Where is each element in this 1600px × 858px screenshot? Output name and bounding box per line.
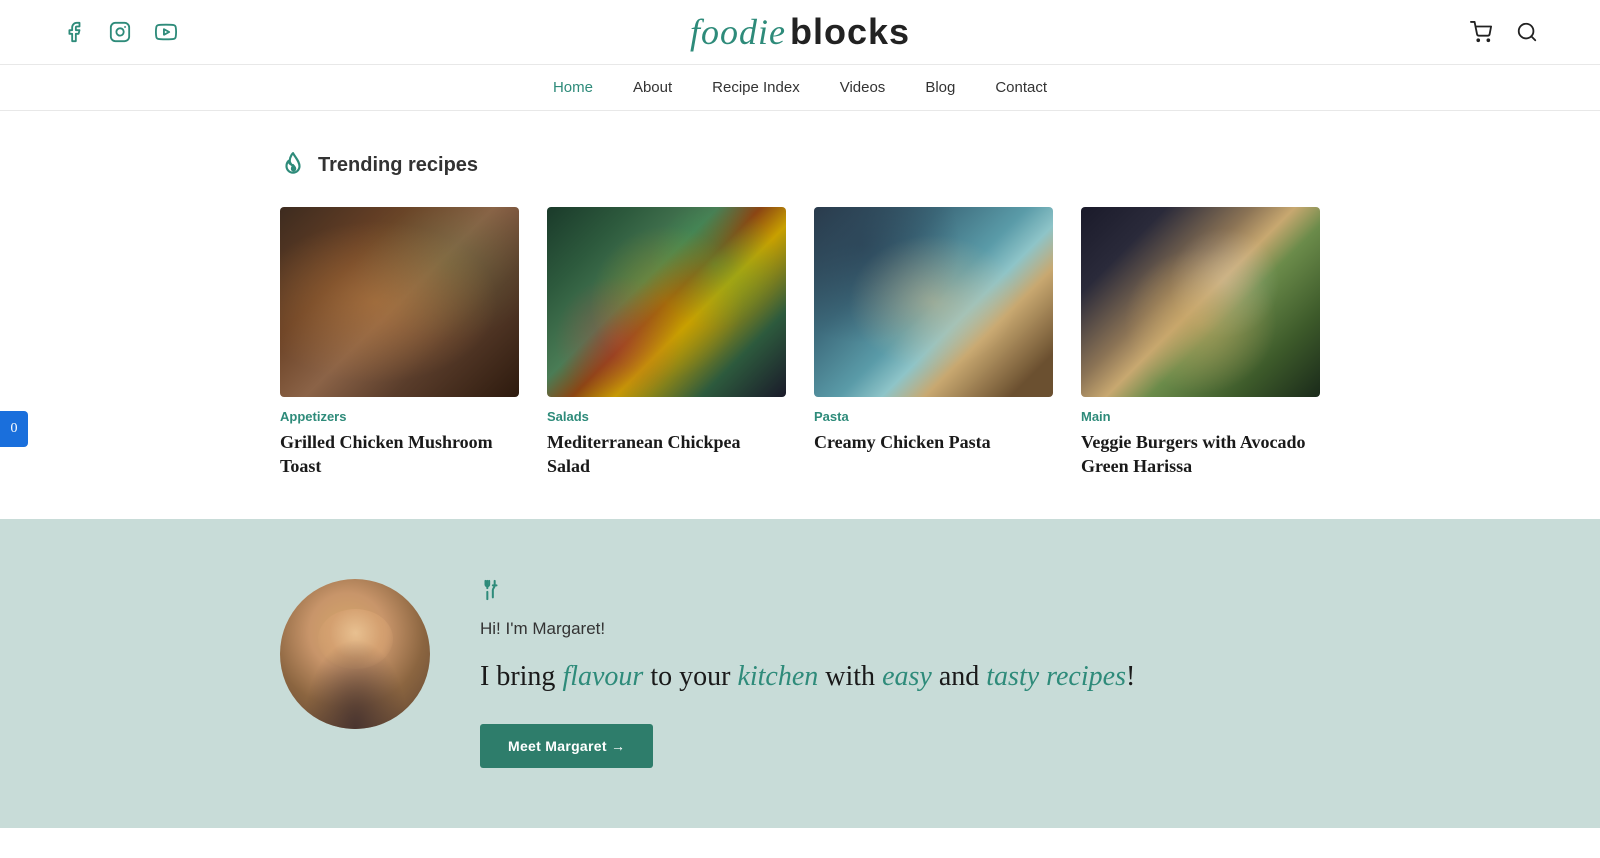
tagline-plain2: to your bbox=[643, 661, 737, 692]
facebook-icon[interactable] bbox=[60, 18, 88, 46]
about-greeting: Hi! I'm Margaret! bbox=[480, 619, 1320, 639]
about-tagline: I bring flavour to your kitchen with eas… bbox=[480, 657, 1320, 696]
recipe-image-4 bbox=[1081, 207, 1320, 397]
site-logo[interactable]: foodie blocks bbox=[690, 11, 910, 53]
recipes-grid: Appetizers Grilled Chicken Mushroom Toas… bbox=[280, 207, 1320, 479]
recipe-title-1: Grilled Chicken Mushroom Toast bbox=[280, 430, 519, 479]
sidebar-widget-label: 0 bbox=[11, 421, 18, 437]
tagline-plain3: with bbox=[818, 661, 882, 692]
recipe-card-4[interactable]: Main Veggie Burgers with Avocado Green H… bbox=[1081, 207, 1320, 479]
tagline-italic1: flavour bbox=[562, 661, 643, 692]
recipe-title-4: Veggie Burgers with Avocado Green Hariss… bbox=[1081, 430, 1320, 479]
recipe-image-2 bbox=[547, 207, 786, 397]
nav-item-about[interactable]: About bbox=[633, 79, 672, 96]
recipe-category-3: Pasta bbox=[814, 409, 1053, 424]
sidebar-widget[interactable]: 0 bbox=[0, 411, 28, 447]
section-header-trending: Trending recipes bbox=[280, 151, 1320, 179]
recipe-card-3[interactable]: Pasta Creamy Chicken Pasta bbox=[814, 207, 1053, 479]
fork-knife-icon bbox=[480, 579, 1320, 607]
main-nav: Home About Recipe Index Videos Blog Cont… bbox=[0, 64, 1600, 111]
recipe-card-1[interactable]: Appetizers Grilled Chicken Mushroom Toas… bbox=[280, 207, 519, 479]
recipe-category-2: Salads bbox=[547, 409, 786, 424]
meet-margaret-button[interactable]: Meet Margaret → bbox=[480, 724, 653, 768]
flame-icon bbox=[280, 151, 308, 179]
recipe-category-1: Appetizers bbox=[280, 409, 519, 424]
recipe-category-4: Main bbox=[1081, 409, 1320, 424]
recipe-card-2[interactable]: Salads Mediterranean Chickpea Salad bbox=[547, 207, 786, 479]
logo-foodie: foodie bbox=[690, 11, 786, 53]
nav-item-videos[interactable]: Videos bbox=[840, 79, 886, 96]
nav-item-home[interactable]: Home bbox=[553, 79, 593, 96]
about-section: Hi! I'm Margaret! I bring flavour to you… bbox=[0, 519, 1600, 828]
tagline-italic2: kitchen bbox=[737, 661, 818, 692]
youtube-icon[interactable] bbox=[152, 18, 180, 46]
logo-blocks: blocks bbox=[790, 11, 910, 53]
nav-item-contact[interactable]: Contact bbox=[995, 79, 1047, 96]
tagline-italic4: tasty recipes bbox=[986, 661, 1126, 692]
recipe-image-3 bbox=[814, 207, 1053, 397]
nav-item-recipe-index[interactable]: Recipe Index bbox=[712, 79, 800, 96]
main-content: Trending recipes Appetizers Grilled Chic… bbox=[0, 111, 1600, 519]
recipe-title-2: Mediterranean Chickpea Salad bbox=[547, 430, 786, 479]
about-text: Hi! I'm Margaret! I bring flavour to you… bbox=[480, 579, 1320, 768]
instagram-icon[interactable] bbox=[106, 18, 134, 46]
cart-icon[interactable] bbox=[1468, 19, 1494, 45]
header: foodie blocks bbox=[0, 0, 1600, 64]
tagline-plain1: I bring bbox=[480, 661, 562, 692]
tagline-italic3: easy bbox=[882, 661, 932, 692]
header-actions bbox=[1468, 19, 1540, 45]
recipe-image-1 bbox=[280, 207, 519, 397]
tagline-plain4: and bbox=[932, 661, 986, 692]
section-title-trending: Trending recipes bbox=[318, 154, 478, 177]
about-avatar bbox=[280, 579, 430, 729]
nav-item-blog[interactable]: Blog bbox=[925, 79, 955, 96]
recipe-title-3: Creamy Chicken Pasta bbox=[814, 430, 1053, 454]
search-icon[interactable] bbox=[1514, 19, 1540, 45]
tagline-end: ! bbox=[1126, 661, 1135, 692]
social-links bbox=[60, 18, 180, 46]
